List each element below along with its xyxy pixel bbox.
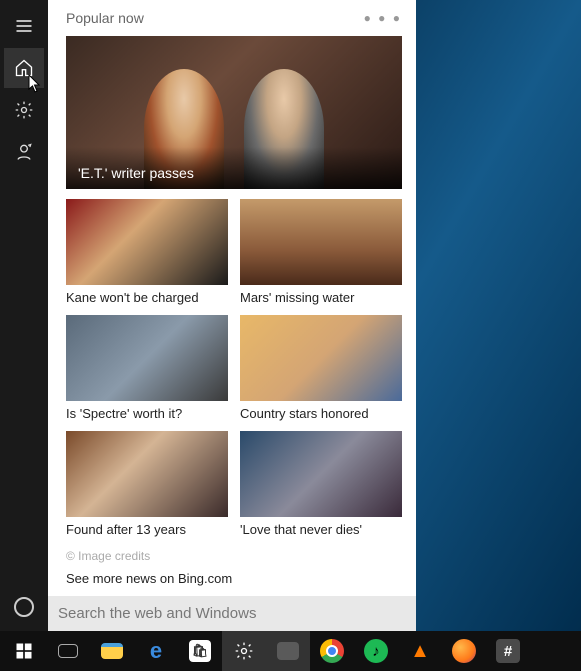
tile-thumb <box>66 199 228 285</box>
home-icon[interactable] <box>4 48 44 88</box>
news-tile[interactable]: Found after 13 years <box>66 431 228 539</box>
search-input[interactable] <box>58 605 406 622</box>
tile-thumb <box>66 431 228 517</box>
store-icon[interactable]: 🛍 <box>178 631 222 671</box>
vlc-icon[interactable]: ▲ <box>398 631 442 671</box>
image-credits-link[interactable]: © Image credits <box>48 547 416 569</box>
panel-header: Popular now ● ● ● <box>48 0 416 32</box>
tile-label: Kane won't be charged <box>66 285 228 307</box>
news-tile[interactable]: Kane won't be charged <box>66 199 228 307</box>
edge-browser-icon[interactable]: e <box>134 631 178 671</box>
spotify-icon[interactable]: ♪ <box>354 631 398 671</box>
tile-label: Found after 13 years <box>66 517 228 539</box>
hero-tile[interactable]: 'E.T.' writer passes <box>66 36 402 189</box>
start-button[interactable] <box>2 631 46 671</box>
chrome-icon[interactable] <box>310 631 354 671</box>
search-box[interactable] <box>48 596 416 631</box>
panel-title: Popular now <box>66 10 364 26</box>
see-more-link[interactable]: See more news on Bing.com <box>48 569 416 596</box>
taskbar: e 🛍 ♪ ▲ # <box>0 631 581 671</box>
slack-icon[interactable]: # <box>486 631 530 671</box>
tile-thumb <box>240 315 402 401</box>
tile-label: Is 'Spectre' worth it? <box>66 401 228 423</box>
file-explorer-icon[interactable] <box>90 631 134 671</box>
news-tile[interactable]: Is 'Spectre' worth it? <box>66 315 228 423</box>
cortana-panel: Popular now ● ● ● 'E.T.' writer passes K… <box>48 0 416 631</box>
feedback-icon[interactable] <box>4 132 44 172</box>
news-grid: Kane won't be charged Mars' missing wate… <box>48 199 416 539</box>
news-tile[interactable]: Mars' missing water <box>240 199 402 307</box>
hamburger-menu-icon[interactable] <box>4 6 44 46</box>
gear-icon[interactable] <box>4 90 44 130</box>
firefox-icon[interactable] <box>442 631 486 671</box>
tile-label: Country stars honored <box>240 401 402 423</box>
news-tile[interactable]: 'Love that never dies' <box>240 431 402 539</box>
cortana-circle-icon[interactable] <box>14 597 34 617</box>
more-options-icon[interactable]: ● ● ● <box>364 11 402 25</box>
cortana-side-rail <box>0 0 48 631</box>
task-view-icon[interactable] <box>46 631 90 671</box>
settings-app-icon[interactable] <box>222 631 266 671</box>
tile-thumb <box>240 431 402 517</box>
tile-thumb <box>240 199 402 285</box>
tile-label: Mars' missing water <box>240 285 402 307</box>
hero-caption: 'E.T.' writer passes <box>66 147 402 189</box>
news-tile[interactable]: Country stars honored <box>240 315 402 423</box>
task-manager-icon[interactable] <box>266 631 310 671</box>
tile-thumb <box>66 315 228 401</box>
tile-label: 'Love that never dies' <box>240 517 402 539</box>
